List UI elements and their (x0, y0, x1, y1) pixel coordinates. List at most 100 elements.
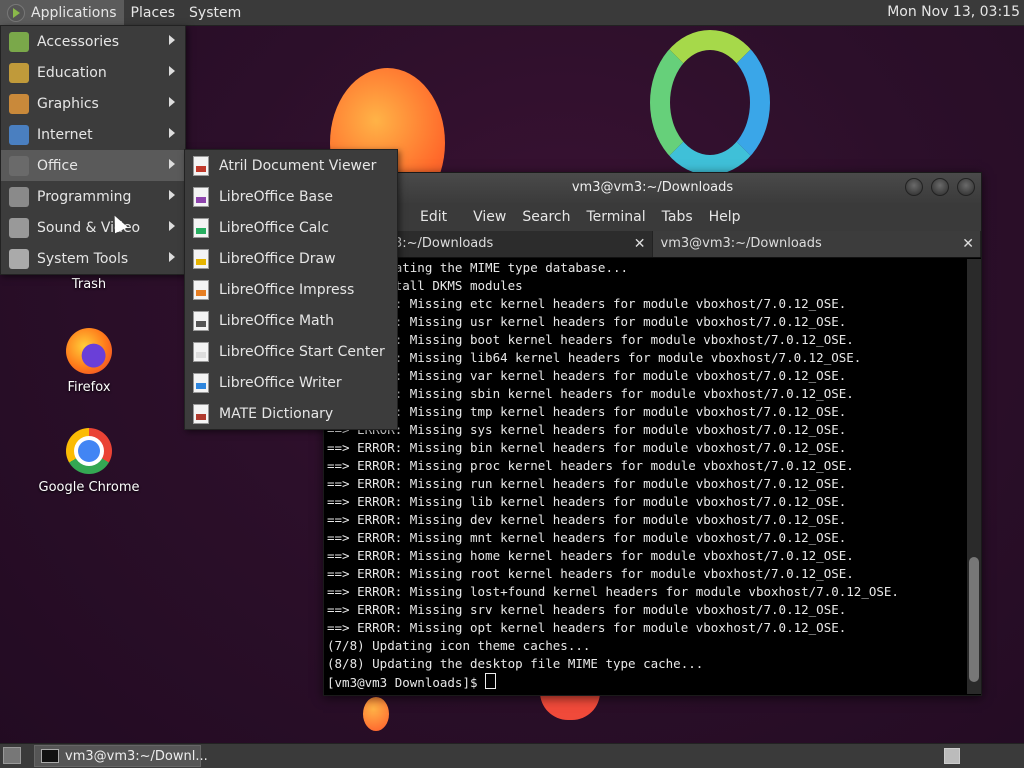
menu-item-system-tools[interactable]: System Tools (1, 243, 185, 274)
terminal-menu-edit[interactable]: Edit (420, 209, 447, 225)
education-icon (9, 62, 29, 83)
office-icon (9, 155, 29, 176)
maximize-button[interactable] (931, 178, 949, 196)
terminal-line: ==> ERROR: Missing tmp kernel headers fo… (327, 404, 847, 419)
terminal-line: (7/8) Updating icon theme caches... (327, 638, 591, 653)
submenu-item-libreoffice-math[interactable]: LibreOffice Math (185, 305, 397, 336)
bottom-panel: vm3@vm3:~/Downl... (0, 743, 1024, 768)
menu-item-sound-video[interactable]: Sound & Video (1, 212, 185, 243)
menu-item-internet[interactable]: Internet (1, 119, 185, 150)
taskbar-label: vm3@vm3:~/Downl... (65, 748, 208, 764)
submenu-arrow-icon (169, 252, 175, 262)
menu-item-office[interactable]: Office (1, 150, 185, 181)
terminal-line: ==> ERROR: Missing bin kernel headers fo… (327, 440, 847, 455)
accessories-icon (9, 31, 29, 52)
desktop-icon-firefox[interactable]: Firefox (34, 328, 144, 395)
submenu-arrow-icon (169, 97, 175, 107)
terminal-menu-search[interactable]: Search (522, 209, 570, 225)
terminal-line: ==> ERROR: Missing sbin kernel headers f… (327, 386, 854, 401)
applications-menu-button[interactable]: Applications (0, 0, 124, 25)
menu-item-label: Office (37, 157, 78, 174)
terminal-titlebar[interactable]: vm3@vm3:~/Downloads (324, 173, 981, 203)
show-desktop-icon[interactable] (3, 747, 21, 764)
system-menu-label: System (189, 4, 242, 21)
system-tools-icon (9, 248, 29, 269)
menu-item-label: Programming (37, 188, 132, 205)
terminal-line: (8/8) Updating the desktop file MIME typ… (327, 656, 704, 671)
menu-item-education[interactable]: Education (1, 57, 185, 88)
wallpaper-red-shape (540, 692, 600, 720)
menu-item-graphics[interactable]: Graphics (1, 88, 185, 119)
terminal-icon (41, 749, 59, 763)
menu-item-label: Graphics (37, 95, 99, 112)
terminal-line: ==> ERROR: Missing etc kernel headers fo… (327, 296, 847, 311)
submenu-item-libreoffice-calc[interactable]: LibreOffice Calc (185, 212, 397, 243)
sound-video-icon (9, 217, 29, 238)
clock[interactable]: Mon Nov 13, 03:15 (887, 0, 1020, 25)
submenu-arrow-icon (169, 190, 175, 200)
minimize-button[interactable] (905, 178, 923, 196)
terminal-prompt-line: [vm3@vm3 Downloads]$ (327, 673, 967, 691)
submenu-item-libreoffice-start-center[interactable]: LibreOffice Start Center (185, 336, 397, 367)
menu-item-label: System Tools (37, 250, 129, 267)
submenu-arrow-icon (169, 159, 175, 169)
terminal-scrollbar[interactable] (967, 259, 981, 694)
document-icon (193, 217, 209, 238)
terminal-menu-terminal[interactable]: Terminal (586, 209, 645, 225)
places-menu-label: Places (130, 4, 176, 21)
internet-icon (9, 124, 29, 145)
submenu-item-libreoffice-impress[interactable]: LibreOffice Impress (185, 274, 397, 305)
document-icon (193, 279, 209, 300)
terminal-line: ==> ERROR: Missing var kernel headers fo… (327, 368, 847, 383)
firefox-icon (66, 328, 112, 374)
submenu-item-libreoffice-writer[interactable]: LibreOffice Writer (185, 367, 397, 398)
submenu-item-label: LibreOffice Calc (219, 219, 329, 236)
office-submenu: Atril Document Viewer LibreOffice Base Lib… (184, 149, 398, 430)
wallpaper-ring-shape (650, 30, 770, 175)
document-icon (193, 155, 209, 176)
submenu-item-libreoffice-base[interactable]: LibreOffice Base (185, 181, 397, 212)
desktop-icon-trash[interactable]: Trash (34, 277, 144, 292)
places-menu-button[interactable]: Places (124, 0, 183, 25)
menu-item-accessories[interactable]: Accessories (1, 26, 185, 57)
close-window-button[interactable] (957, 178, 975, 196)
submenu-item-label: LibreOffice Writer (219, 374, 342, 391)
terminal-tab-2[interactable]: vm3@vm3:~/Downloads ✕ (652, 231, 981, 257)
close-tab-icon[interactable]: ✕ (962, 231, 974, 257)
submenu-arrow-icon (169, 66, 175, 76)
submenu-item-label: Atril Document Viewer (219, 157, 377, 174)
graphics-icon (9, 93, 29, 114)
system-menu-button[interactable]: System (182, 0, 248, 25)
submenu-item-label: LibreOffice Start Center (219, 343, 385, 360)
scrollbar-thumb[interactable] (969, 557, 979, 682)
terminal-title: vm3@vm3:~/Downloads (571, 180, 734, 195)
terminal-line: ==> ERROR: Missing lib64 kernel headers … (327, 350, 862, 365)
menu-item-programming[interactable]: Programming (1, 181, 185, 212)
desktop-icon-chrome[interactable]: Google Chrome (34, 428, 144, 495)
workspace-switcher[interactable] (944, 748, 960, 764)
submenu-item-label: LibreOffice Base (219, 188, 334, 205)
submenu-item-libreoffice-draw[interactable]: LibreOffice Draw (185, 243, 397, 274)
submenu-item-label: LibreOffice Math (219, 312, 334, 329)
submenu-item-atril-document-viewer[interactable]: Atril Document Viewer (185, 150, 397, 181)
submenu-item-label: MATE Dictionary (219, 405, 334, 422)
submenu-item-mate-dictionary[interactable]: MATE Dictionary (185, 398, 397, 429)
tab-label: vm3@vm3:~/Downloads (660, 236, 822, 251)
menu-item-label: Education (37, 64, 107, 81)
terminal-line: ==> ERROR: Missing run kernel headers fo… (327, 476, 847, 491)
terminal-menu-view[interactable]: View (473, 209, 506, 225)
terminal-menu-tabs[interactable]: Tabs (662, 209, 693, 225)
terminal-output[interactable]: (5/8) Updating the MIME type database...… (324, 259, 967, 694)
terminal-menu-help[interactable]: Help (709, 209, 741, 225)
mate-logo-icon (7, 3, 25, 22)
terminal-line: (5/8) Updating the MIME type database... (327, 260, 629, 275)
terminal-line: ==> ERROR: Missing srv kernel headers fo… (327, 602, 847, 617)
close-tab-icon[interactable]: ✕ (634, 231, 646, 257)
applications-menu-label: Applications (31, 4, 117, 21)
submenu-arrow-icon (169, 221, 175, 231)
submenu-item-label: LibreOffice Impress (219, 281, 355, 298)
document-icon (193, 310, 209, 331)
terminal-window[interactable]: vm3@vm3:~/Downloads Edit View Search Ter… (323, 172, 982, 696)
taskbar-terminal-button[interactable]: vm3@vm3:~/Downl... (34, 745, 208, 767)
chrome-label: Google Chrome (38, 480, 140, 495)
